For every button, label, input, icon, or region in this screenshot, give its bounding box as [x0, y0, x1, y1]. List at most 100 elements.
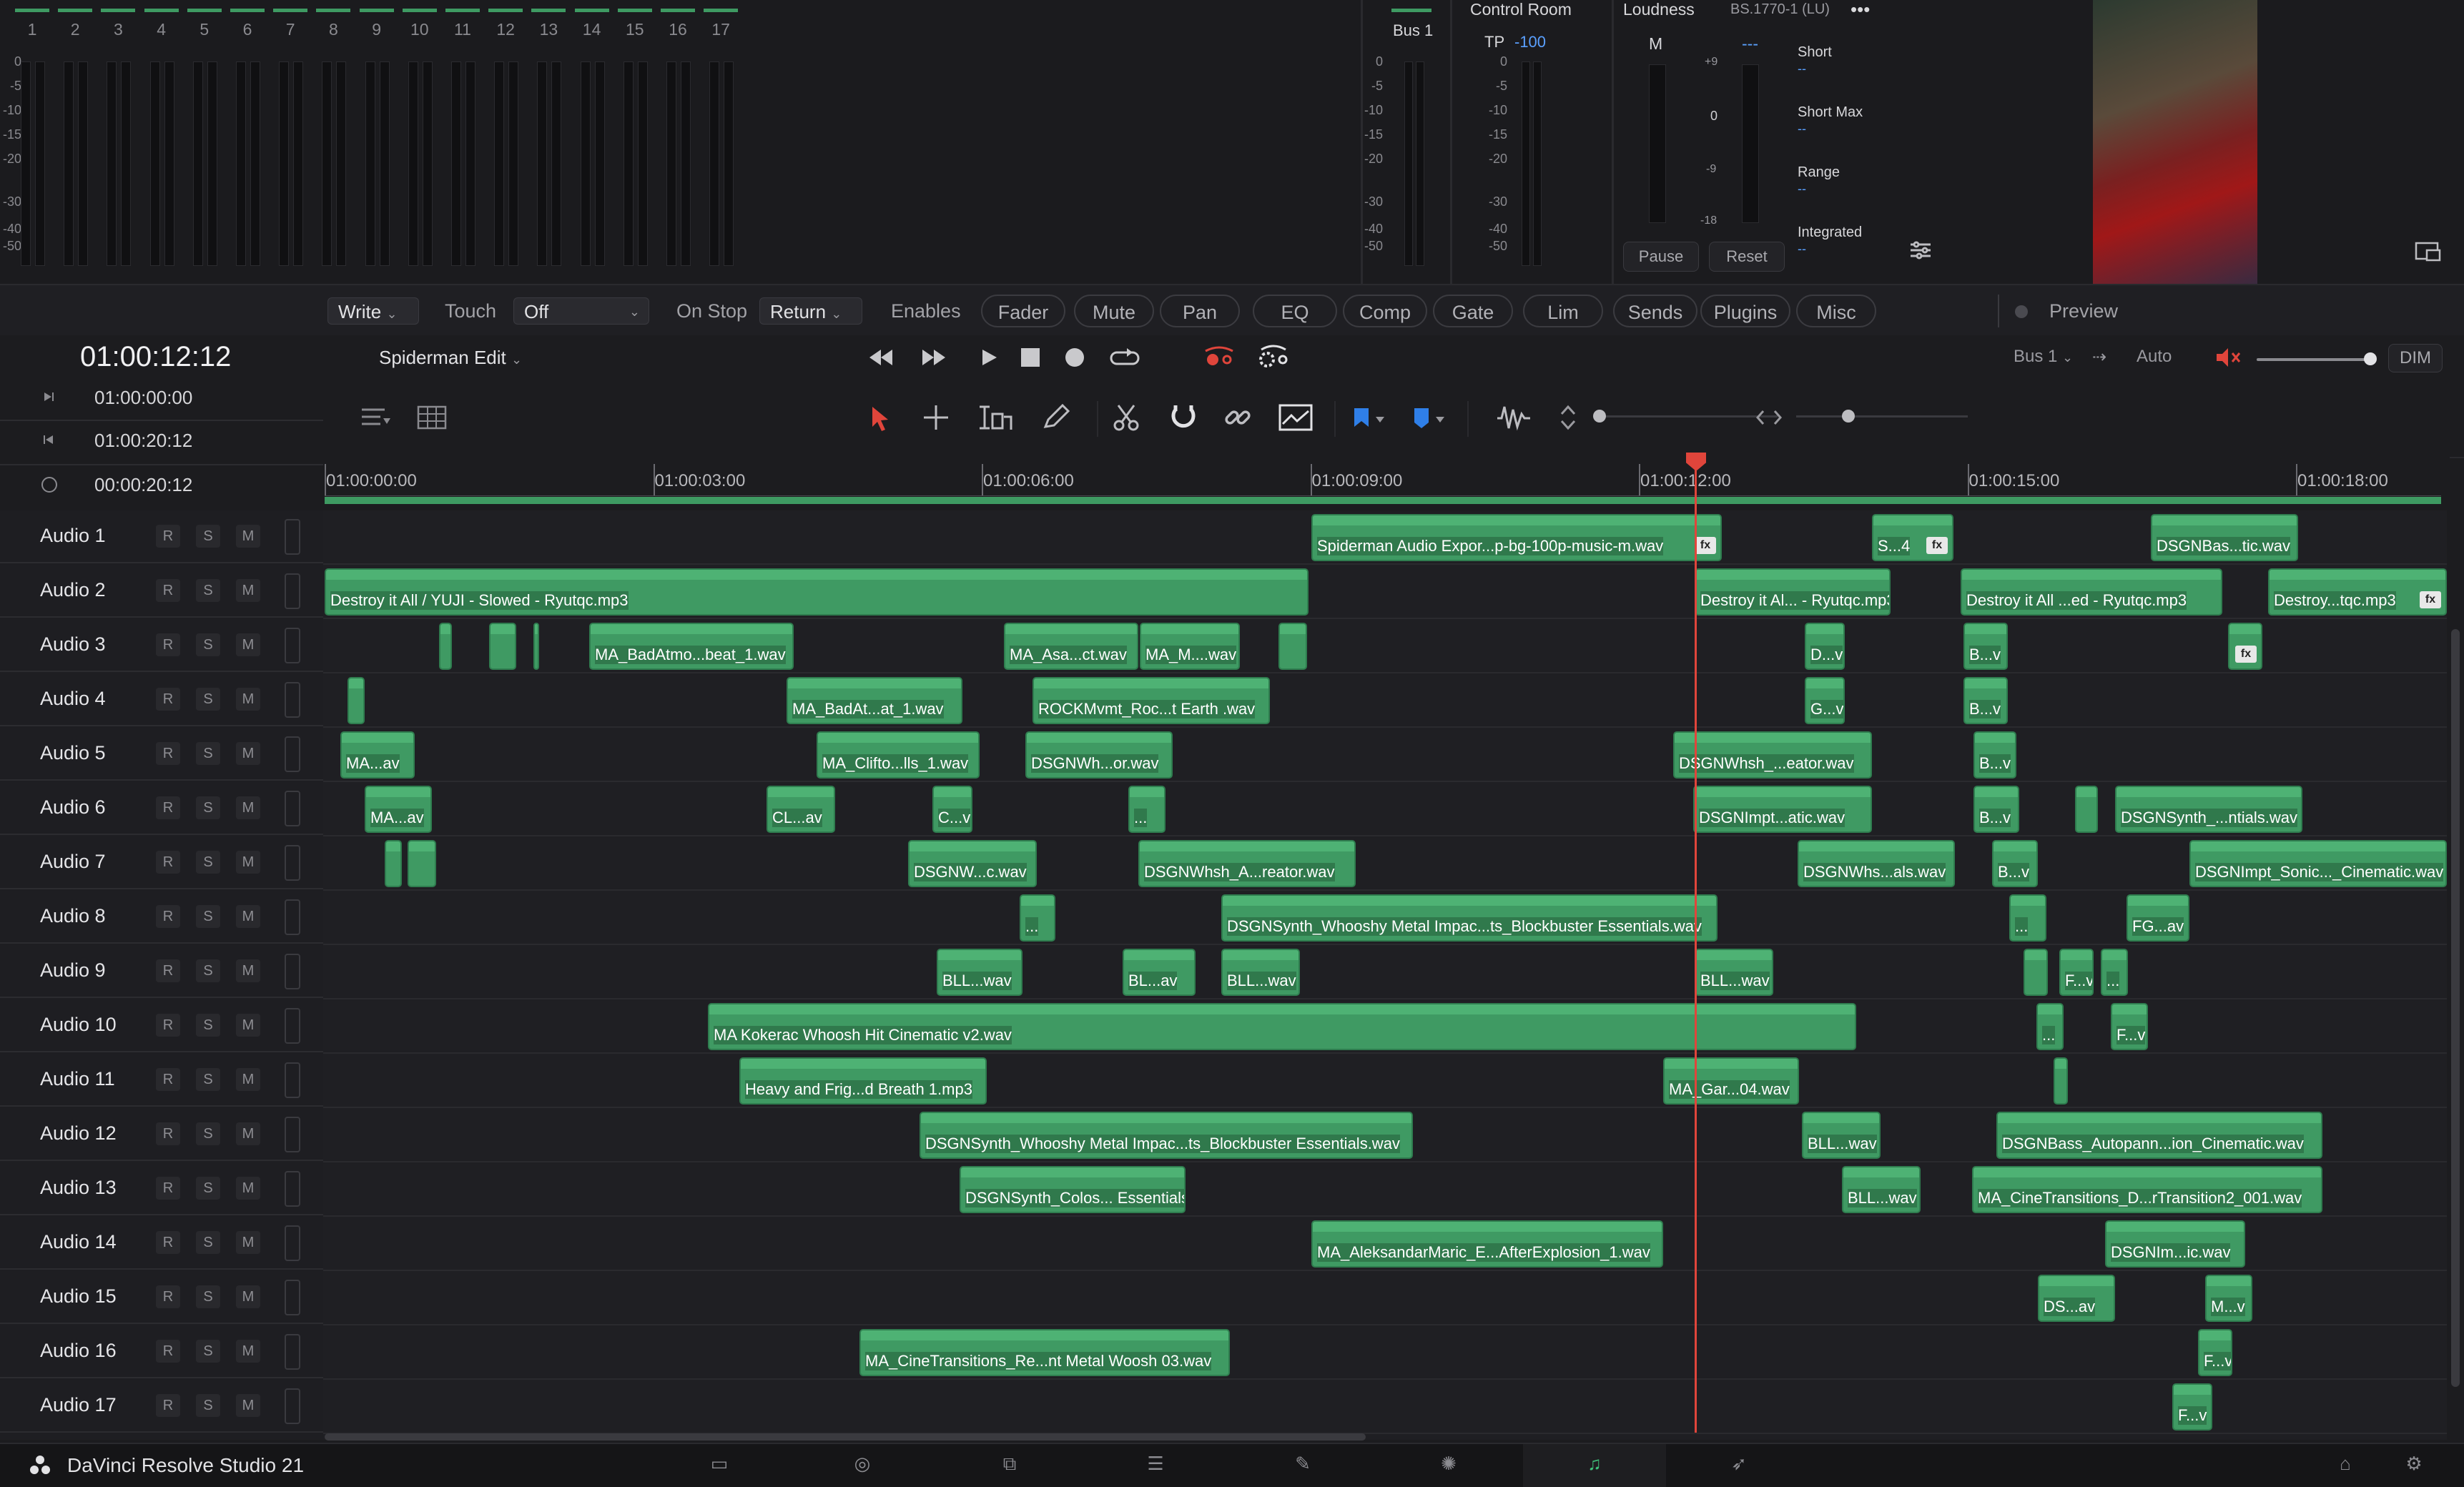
track-r-button[interactable]: R [156, 1285, 180, 1308]
track-s-button[interactable]: S [196, 1177, 220, 1200]
track-name[interactable]: Audio 15 [40, 1285, 117, 1308]
track-r-button[interactable]: R [156, 1068, 180, 1091]
track-name[interactable]: Audio 7 [40, 851, 106, 873]
track-m-button[interactable]: M [236, 1014, 260, 1037]
track-r-button[interactable]: R [156, 1340, 180, 1363]
automation-mode-select[interactable]: Write ⌄ [327, 297, 419, 325]
audio-clip[interactable]: B...v [1963, 623, 2008, 670]
track-r-button[interactable]: R [156, 796, 180, 819]
viewer-toggle-icon[interactable] [2414, 240, 2443, 263]
audio-clip[interactable]: ... [1020, 894, 1055, 942]
audio-clip[interactable]: MA_CineTransitions_Re...nt Metal Woosh 0… [859, 1329, 1230, 1376]
track-s-button[interactable]: S [196, 1340, 220, 1363]
track-r-button[interactable]: R [156, 688, 180, 711]
track-r-button[interactable]: R [156, 959, 180, 982]
track-s-button[interactable]: S [196, 1231, 220, 1254]
audio-clip[interactable]: Spiderman Audio Expor...p-bg-100p-music-… [1311, 514, 1722, 561]
track-header[interactable]: Audio 3 RSM [0, 619, 323, 672]
track-lanes[interactable]: Spiderman Audio Expor...p-bg-100p-music-… [323, 510, 2447, 1440]
audio-clip[interactable]: MA_BadAtmo...beat_1.wav [589, 623, 794, 670]
track-m-button[interactable]: M [236, 579, 260, 602]
fusion-page-icon[interactable]: ☰ [1141, 1453, 1170, 1478]
cut-page-icon[interactable]: ◎ [848, 1453, 877, 1478]
track-name[interactable]: Audio 17 [40, 1394, 117, 1416]
loudness-standard[interactable]: BS.1770-1 (LU) [1730, 1, 1830, 18]
output-bus-select[interactable]: Bus 1 ⌄ [2014, 347, 2073, 367]
audio-clip[interactable] [2024, 949, 2048, 996]
track-header[interactable]: Audio 8 RSM [0, 891, 323, 944]
enable-comp-button[interactable]: Comp [1343, 295, 1427, 327]
audio-clip[interactable] [439, 623, 452, 670]
track-m-button[interactable]: M [236, 905, 260, 928]
record-arm-icon[interactable] [1201, 342, 1237, 371]
track-name[interactable]: Audio 5 [40, 742, 106, 764]
track-header[interactable]: Audio 2 RSM [0, 565, 323, 618]
audio-clip[interactable]: fx [2228, 623, 2262, 670]
audio-clip[interactable] [2054, 1057, 2068, 1105]
track-s-button[interactable]: S [196, 688, 220, 711]
audio-clip[interactable]: MA_BadAt...at_1.wav [787, 677, 962, 724]
track-header[interactable]: Audio 7 RSM [0, 836, 323, 889]
track-r-button[interactable]: R [156, 1394, 180, 1417]
track-m-button[interactable]: M [236, 1394, 260, 1417]
marker-icon[interactable] [1410, 405, 1449, 433]
track-name[interactable]: Audio 2 [40, 579, 106, 601]
track-r-button[interactable]: R [156, 851, 180, 874]
audio-clip[interactable]: F...v [2111, 1003, 2148, 1050]
audio-clip[interactable]: DSGNBas...tic.wav [2151, 514, 2298, 561]
vertical-zoom-handle[interactable] [1593, 410, 1606, 423]
track-header[interactable]: Audio 15 R S M [0, 1271, 323, 1324]
track-m-button[interactable]: M [236, 1340, 260, 1363]
loudness-reset-button[interactable]: Reset [1709, 242, 1785, 272]
record-icon[interactable] [1065, 348, 1084, 367]
enable-eq-button[interactable]: EQ [1253, 295, 1337, 327]
audio-clip[interactable]: F...v [2172, 1383, 2212, 1431]
audio-clip[interactable]: DSGNWhs...als.wav [1798, 840, 1955, 887]
track-lane[interactable] [323, 1054, 2447, 1108]
audio-clip[interactable]: G...v [1805, 677, 1845, 724]
audio-clip[interactable]: DSGNSynth_...ntials.wav [2115, 786, 2302, 833]
track-options-icon[interactable] [359, 404, 393, 431]
audio-clip[interactable]: Destroy it All / YUJI - Slowed - Ryutqc.… [325, 568, 1309, 616]
audio-clip[interactable]: DSGNImpt...atic.wav [1693, 786, 1872, 833]
rewind-icon[interactable] [867, 345, 895, 370]
track-header[interactable]: Audio 17 R S M [0, 1380, 323, 1433]
mute-speaker-icon[interactable] [2214, 345, 2242, 370]
master-timecode[interactable]: 01:00:12:12 [80, 341, 231, 373]
audio-clip[interactable]: ... [1128, 786, 1166, 833]
settings-sliders-icon[interactable] [1906, 236, 1935, 265]
in-timecode[interactable]: 01:00:00:00 [94, 387, 192, 409]
audio-clip[interactable]: DSGNSynth_Whooshy Metal Impac...ts_Block… [920, 1112, 1413, 1159]
audio-clip[interactable]: F...v [2059, 949, 2094, 996]
track-s-button[interactable]: S [196, 851, 220, 874]
track-header[interactable]: Audio 9 RSM [0, 945, 323, 998]
track-header[interactable]: Audio 10 R S M [0, 999, 323, 1052]
track-m-button[interactable]: M [236, 633, 260, 656]
audio-clip[interactable]: DSGNWhsh_...eator.wav [1673, 731, 1872, 779]
horizontal-scrollbar[interactable] [325, 1433, 1366, 1441]
audio-clip[interactable]: DSGNSynth_Whooshy Metal Impac...ts_Block… [1221, 894, 1718, 942]
audio-clip[interactable]: DSGNW...c.wav [908, 840, 1037, 887]
enable-sends-button[interactable]: Sends [1613, 295, 1697, 327]
enable-lim-button[interactable]: Lim [1523, 295, 1603, 327]
track-lane[interactable] [323, 728, 2447, 782]
track-lane[interactable] [323, 945, 2447, 999]
track-header[interactable]: Audio 13 R S M [0, 1162, 323, 1215]
track-r-button[interactable]: R [156, 579, 180, 602]
pencil-tool-icon[interactable] [1040, 402, 1071, 433]
razor-tool-icon[interactable] [1111, 402, 1141, 433]
track-name[interactable]: Audio 10 [40, 1014, 117, 1036]
track-m-button[interactable]: M [236, 796, 260, 819]
track-lane[interactable] [323, 1380, 2447, 1434]
track-header[interactable]: Audio 4 RSM [0, 673, 323, 726]
track-name[interactable]: Audio 6 [40, 796, 106, 819]
track-name[interactable]: Audio 14 [40, 1231, 117, 1253]
track-lane[interactable] [323, 836, 2447, 891]
audio-clip[interactable]: B...v [1963, 677, 2008, 724]
track-lane[interactable] [323, 673, 2447, 728]
track-m-button[interactable]: M [236, 851, 260, 874]
vertical-zoom-icon[interactable] [1557, 402, 1579, 433]
fairlight-page-icon[interactable]: ♫ [1580, 1453, 1609, 1478]
audio-clip[interactable]: DSGNWhsh_A...reator.wav [1138, 840, 1356, 887]
audio-clip[interactable]: ROCKMvmt_Roc...t Earth .wav [1033, 677, 1270, 724]
